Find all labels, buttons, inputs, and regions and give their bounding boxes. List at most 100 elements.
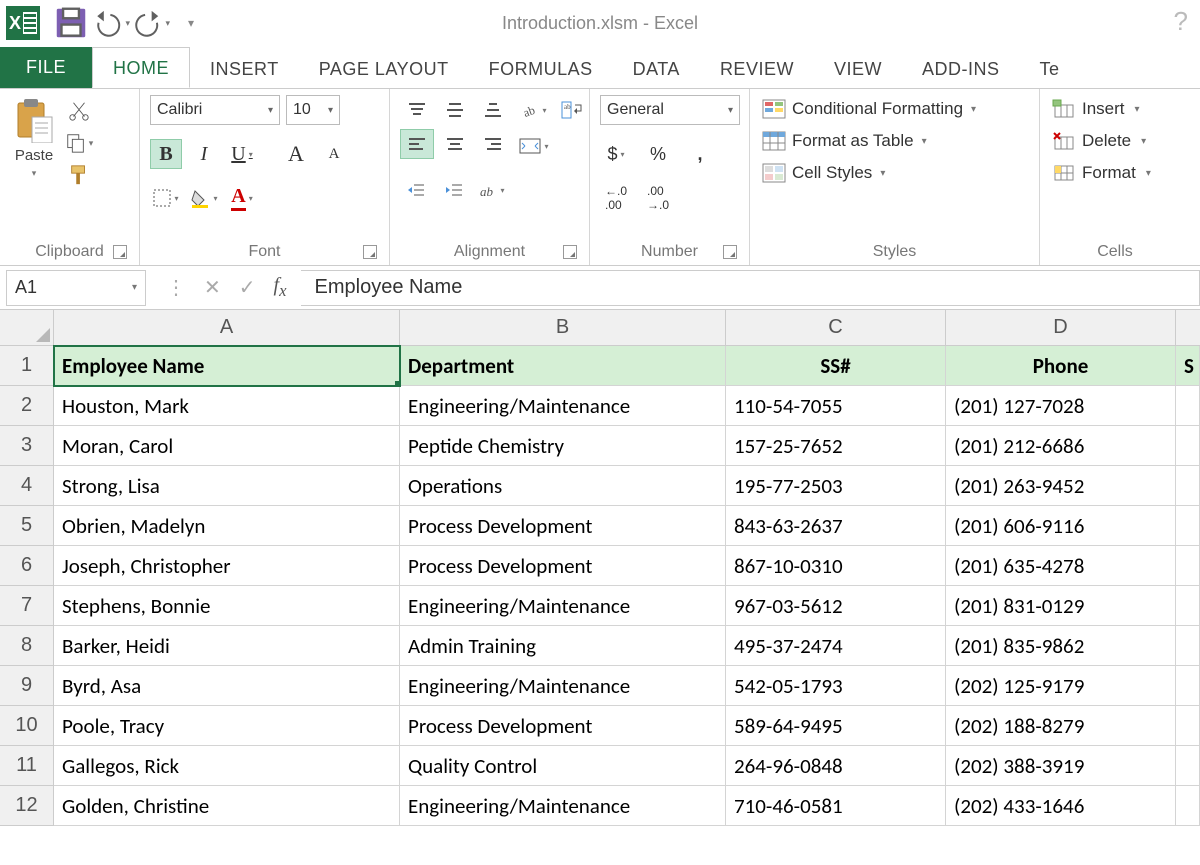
- cell-D3[interactable]: (201) 212-6686: [946, 426, 1176, 466]
- cell-C9[interactable]: 542-05-1793: [726, 666, 946, 706]
- cell-B7[interactable]: Engineering/Maintenance: [400, 586, 726, 626]
- align-left-button[interactable]: [400, 129, 434, 159]
- enter-formula-button[interactable]: ✓: [239, 275, 256, 300]
- cell-E10[interactable]: [1176, 706, 1200, 746]
- cell-C10[interactable]: 589-64-9495: [726, 706, 946, 746]
- cell-E12[interactable]: [1176, 786, 1200, 826]
- conditional-formatting-button[interactable]: Conditional Formatting▾: [760, 95, 978, 123]
- row-header-7[interactable]: 7: [0, 586, 54, 626]
- cell-C6[interactable]: 867-10-0310: [726, 546, 946, 586]
- cell-A7[interactable]: Stephens, Bonnie: [54, 586, 400, 626]
- orientation-button-2[interactable]: ab: [476, 175, 508, 205]
- cell-D5[interactable]: (201) 606-9116: [946, 506, 1176, 546]
- cell-styles-button[interactable]: Cell Styles▾: [760, 159, 887, 187]
- tab-home[interactable]: HOME: [92, 47, 190, 88]
- cell-A12[interactable]: Golden, Christine: [54, 786, 400, 826]
- bold-button[interactable]: B: [150, 139, 182, 169]
- cell-A5[interactable]: Obrien, Madelyn: [54, 506, 400, 546]
- cell-C7[interactable]: 967-03-5612: [726, 586, 946, 626]
- help-icon[interactable]: ?: [1174, 6, 1188, 37]
- cell-A6[interactable]: Joseph, Christopher: [54, 546, 400, 586]
- increase-decimal-button[interactable]: ←.0.00: [600, 183, 632, 213]
- align-right-button[interactable]: [476, 129, 510, 159]
- cancel-formula-button[interactable]: ✕: [204, 275, 221, 300]
- cell-E2[interactable]: [1176, 386, 1200, 426]
- cell-E1[interactable]: S: [1176, 346, 1200, 386]
- align-middle-button[interactable]: [438, 95, 472, 125]
- formula-options-icon[interactable]: ⋮: [166, 275, 186, 300]
- tab-view[interactable]: VIEW: [814, 49, 902, 88]
- paste-button[interactable]: Paste ▾: [10, 95, 58, 181]
- tab-extra[interactable]: Te: [1019, 49, 1079, 88]
- font-size-combo[interactable]: 10▾: [286, 95, 340, 125]
- font-color-button[interactable]: A: [226, 183, 258, 213]
- tab-formulas[interactable]: FORMULAS: [469, 49, 613, 88]
- cell-C5[interactable]: 843-63-2637: [726, 506, 946, 546]
- wrap-text-button[interactable]: ab: [556, 95, 588, 125]
- cell-E7[interactable]: [1176, 586, 1200, 626]
- currency-button[interactable]: $: [600, 139, 632, 169]
- cell-B4[interactable]: Operations: [400, 466, 726, 506]
- cell-C2[interactable]: 110-54-7055: [726, 386, 946, 426]
- cell-D2[interactable]: (201) 127-7028: [946, 386, 1176, 426]
- fx-icon[interactable]: fx: [274, 274, 287, 301]
- save-button[interactable]: [52, 4, 90, 42]
- fill-color-button[interactable]: [188, 183, 220, 213]
- cell-E9[interactable]: [1176, 666, 1200, 706]
- cell-C11[interactable]: 264-96-0848: [726, 746, 946, 786]
- italic-button[interactable]: I: [188, 139, 220, 169]
- align-center-button[interactable]: [438, 129, 472, 159]
- formula-input[interactable]: Employee Name: [301, 270, 1200, 306]
- redo-button[interactable]: [132, 4, 170, 42]
- clipboard-dialog-launcher[interactable]: [113, 245, 127, 259]
- tab-page-layout[interactable]: PAGE LAYOUT: [299, 49, 469, 88]
- cell-A8[interactable]: Barker, Heidi: [54, 626, 400, 666]
- align-top-button[interactable]: [400, 95, 434, 125]
- row-header-5[interactable]: 5: [0, 506, 54, 546]
- increase-indent-button[interactable]: [438, 175, 470, 205]
- cell-C3[interactable]: 157-25-7652: [726, 426, 946, 466]
- tab-data[interactable]: DATA: [613, 49, 700, 88]
- align-bottom-button[interactable]: [476, 95, 510, 125]
- cell-B11[interactable]: Quality Control: [400, 746, 726, 786]
- row-header-11[interactable]: 11: [0, 746, 54, 786]
- cell-E6[interactable]: [1176, 546, 1200, 586]
- qat-customize-button[interactable]: ▾: [172, 4, 210, 42]
- cell-C4[interactable]: 195-77-2503: [726, 466, 946, 506]
- underline-button[interactable]: U: [226, 139, 258, 169]
- borders-button[interactable]: [150, 183, 182, 213]
- decrease-decimal-button[interactable]: .00→.0: [642, 183, 674, 213]
- cell-E3[interactable]: [1176, 426, 1200, 466]
- delete-cells-button[interactable]: Delete▾: [1050, 127, 1148, 155]
- cell-B6[interactable]: Process Development: [400, 546, 726, 586]
- tab-addins[interactable]: ADD-INS: [902, 49, 1020, 88]
- grow-font-button[interactable]: A: [280, 139, 312, 169]
- percent-button[interactable]: %: [642, 139, 674, 169]
- cell-A11[interactable]: Gallegos, Rick: [54, 746, 400, 786]
- row-header-6[interactable]: 6: [0, 546, 54, 586]
- select-all-corner[interactable]: [0, 310, 54, 346]
- row-header-9[interactable]: 9: [0, 666, 54, 706]
- row-header-1[interactable]: 1: [0, 346, 54, 386]
- cell-E11[interactable]: [1176, 746, 1200, 786]
- cell-D8[interactable]: (201) 835-9862: [946, 626, 1176, 666]
- cell-D11[interactable]: (202) 388-3919: [946, 746, 1176, 786]
- cell-E5[interactable]: [1176, 506, 1200, 546]
- column-header-D[interactable]: D: [946, 310, 1176, 346]
- insert-cells-button[interactable]: Insert▾: [1050, 95, 1142, 123]
- cell-C1[interactable]: SS#: [726, 346, 946, 386]
- cell-A10[interactable]: Poole, Tracy: [54, 706, 400, 746]
- cell-D7[interactable]: (201) 831-0129: [946, 586, 1176, 626]
- cell-A3[interactable]: Moran, Carol: [54, 426, 400, 466]
- cell-B9[interactable]: Engineering/Maintenance: [400, 666, 726, 706]
- name-box[interactable]: A1▾: [6, 270, 146, 306]
- row-header-12[interactable]: 12: [0, 786, 54, 826]
- font-dialog-launcher[interactable]: [363, 245, 377, 259]
- alignment-dialog-launcher[interactable]: [563, 245, 577, 259]
- cell-A9[interactable]: Byrd, Asa: [54, 666, 400, 706]
- tab-file[interactable]: FILE: [0, 47, 92, 88]
- cell-D1[interactable]: Phone: [946, 346, 1176, 386]
- cell-B5[interactable]: Process Development: [400, 506, 726, 546]
- cell-A4[interactable]: Strong, Lisa: [54, 466, 400, 506]
- cell-C12[interactable]: 710-46-0581: [726, 786, 946, 826]
